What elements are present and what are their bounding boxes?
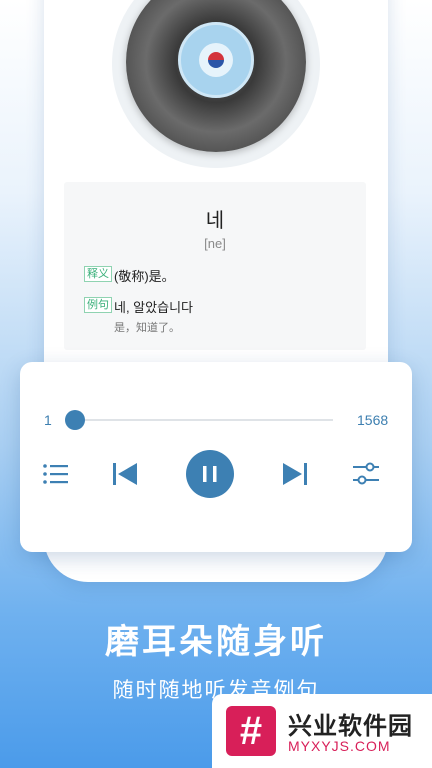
previous-icon[interactable] <box>112 461 138 487</box>
progress-track[interactable] <box>75 419 333 421</box>
pause-button[interactable] <box>186 450 234 498</box>
progress-total: 1568 <box>357 412 389 428</box>
audio-player: 1 1568 <box>20 362 412 552</box>
example-tag: 例句 <box>84 297 112 313</box>
korea-flag-icon <box>208 52 224 68</box>
progress-current: 1 <box>44 412 52 428</box>
list-icon[interactable] <box>42 462 68 486</box>
watermark-url: MYXYJS.COM <box>288 738 391 754</box>
promo-headline: 磨耳朵随身听 <box>105 623 327 661</box>
settings-sliders-icon[interactable] <box>352 460 380 488</box>
disc-label <box>178 22 254 98</box>
flashcard-word: 네 <box>205 210 225 232</box>
example-translation: 是，知道了。 <box>114 322 180 334</box>
progress-knob[interactable] <box>65 410 85 430</box>
flashcard-phonetic: [ne] <box>204 236 226 251</box>
next-icon[interactable] <box>282 461 308 487</box>
meaning-tag: 释义 <box>84 266 112 282</box>
pause-icon <box>203 466 217 482</box>
watermark-title: 兴业软件园 <box>288 713 413 740</box>
watermark-logo: # <box>226 706 276 756</box>
flashcard: 네 [ne] 释义 (敬称)是。 例句 네, 알았습니다 是，知道了。 <box>64 182 366 350</box>
meaning-text: (敬称)是。 <box>114 269 175 284</box>
watermark: # 兴业软件园 MYXYJS.COM <box>212 694 432 768</box>
example-text: 네, 알았습니다 <box>114 300 193 315</box>
